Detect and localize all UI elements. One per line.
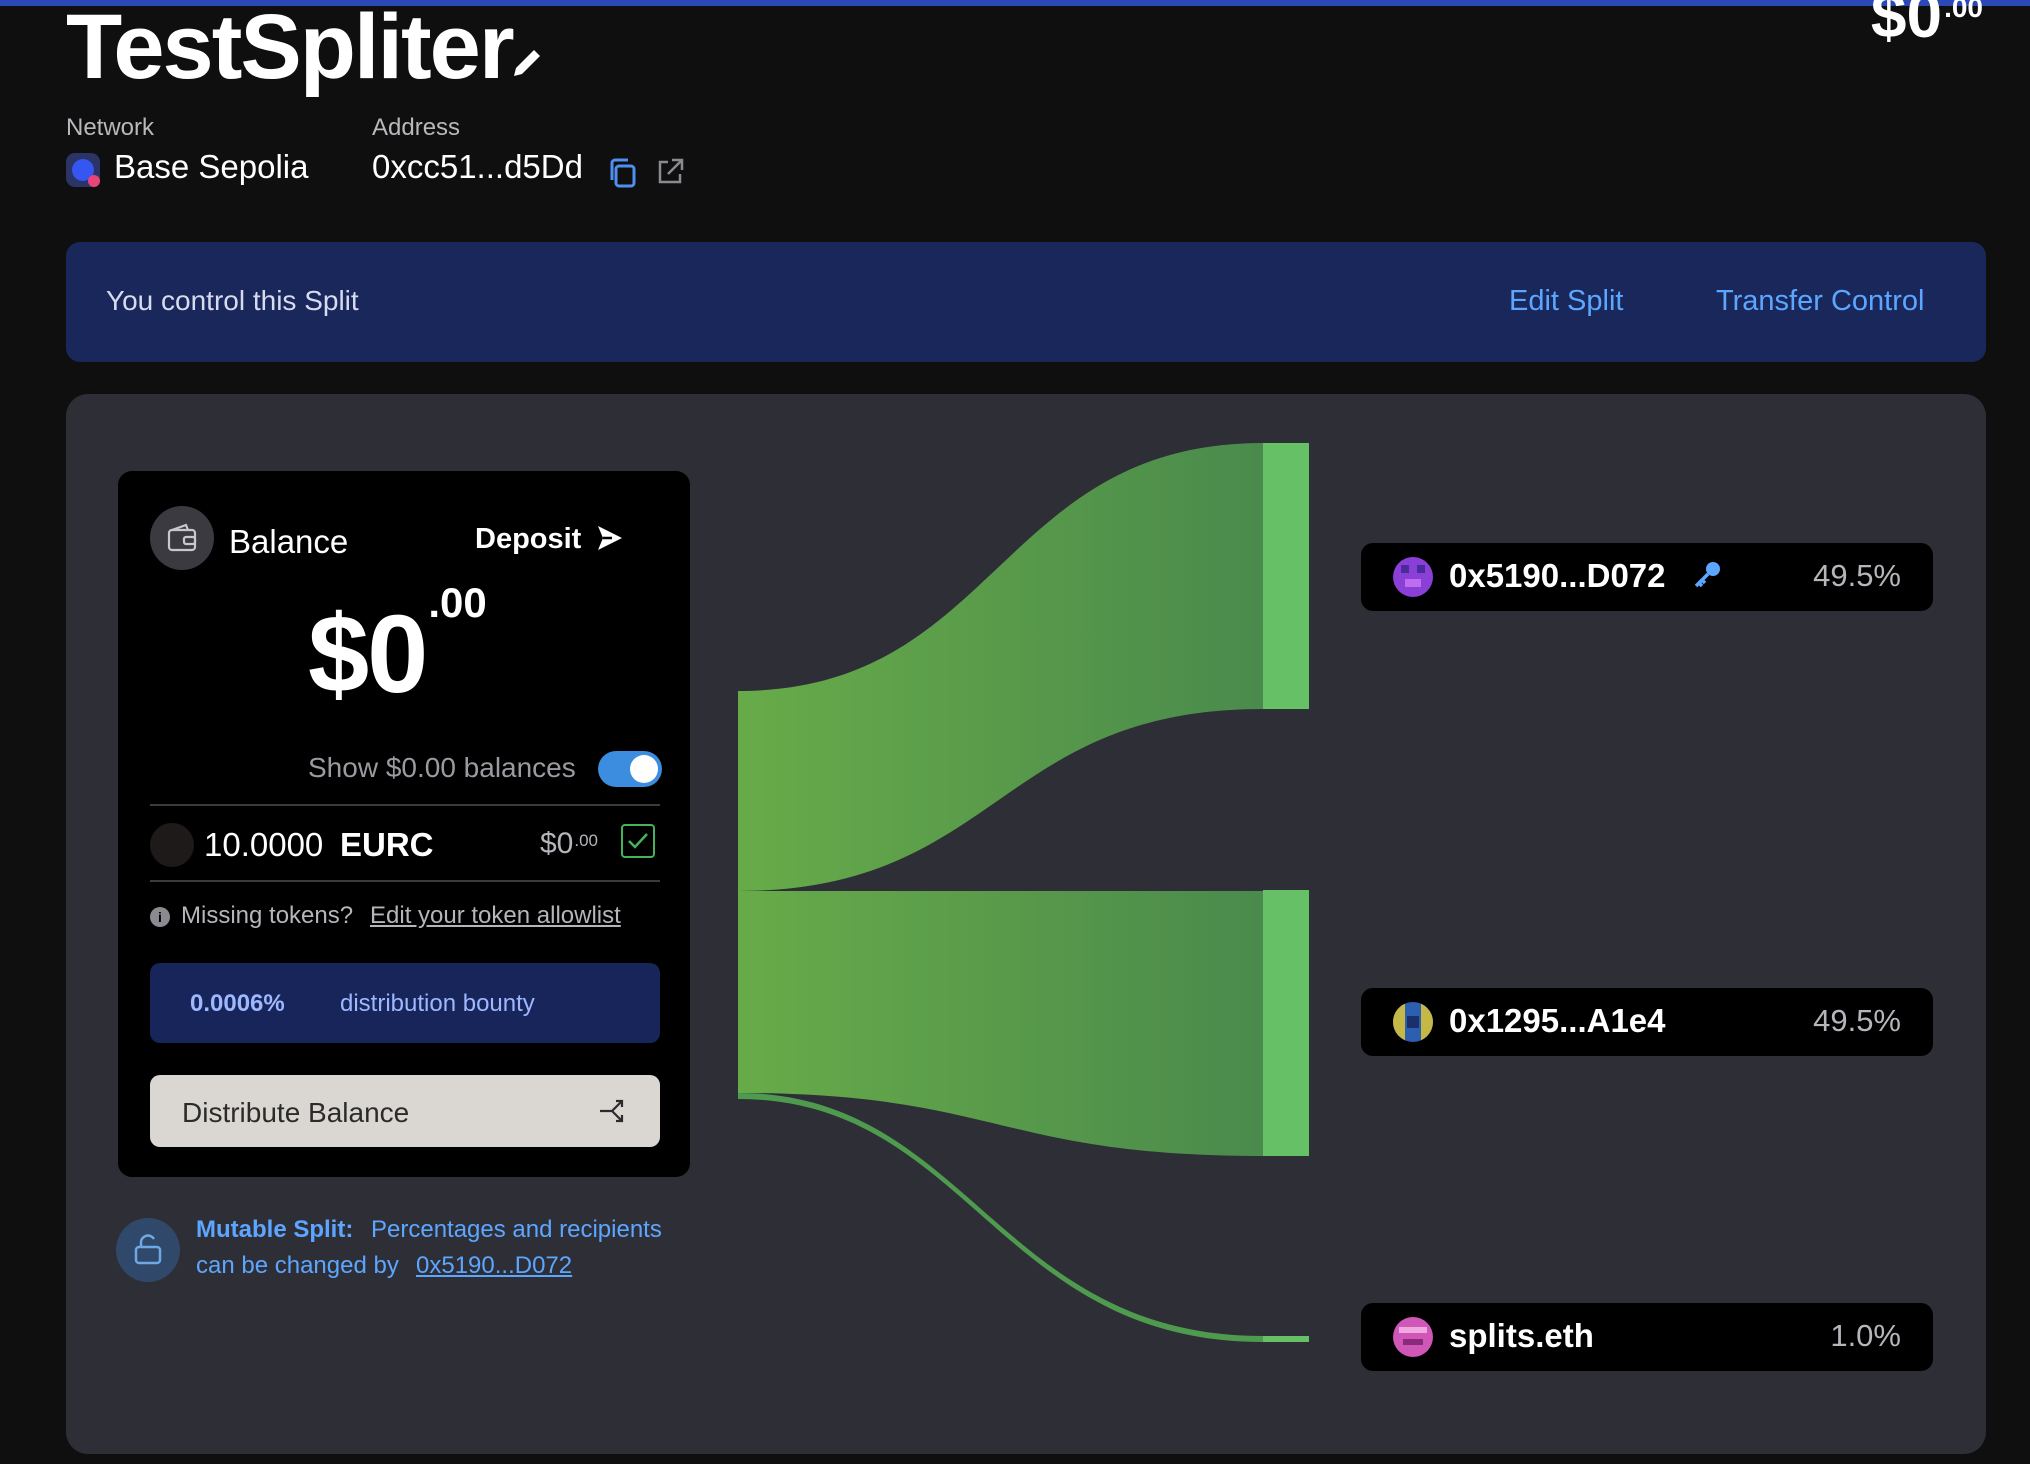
distribute-balance-button[interactable]: Distribute Balance [150, 1075, 660, 1147]
controller-address-link[interactable]: 0x5190...D072 [416, 1252, 572, 1280]
distribution-flow-diagram [738, 443, 1309, 1342]
token-symbol: EURC [340, 826, 434, 863]
top-total-amount: $0.00 [1870, 0, 1983, 51]
token-usd-value: $0.00 [540, 827, 599, 860]
base-network-icon [66, 153, 100, 187]
balance-title: Balance [229, 523, 349, 560]
mutable-split-label: Mutable Split: [196, 1216, 354, 1243]
show-zero-balances-label: Show $0.00 balances [308, 752, 576, 783]
pencil-icon[interactable] [506, 44, 546, 84]
recipient-percentage: 1.0% [1830, 1318, 1901, 1353]
recipient-address[interactable]: 0x1295...A1e4 [1449, 1002, 1666, 1040]
info-icon: i [150, 907, 170, 927]
edit-split-link[interactable]: Edit Split [1509, 285, 1623, 318]
send-arrow-icon[interactable] [594, 522, 626, 554]
external-link-icon[interactable] [654, 156, 686, 188]
address-label: Address [372, 114, 461, 141]
recipient-percentage: 49.5% [1813, 558, 1901, 593]
divider [150, 880, 660, 882]
network-label: Network [66, 114, 155, 141]
distribute-arrow-icon [600, 1099, 624, 1123]
bounty-label: distribution bounty [340, 990, 535, 1017]
unlock-icon [116, 1218, 180, 1282]
transfer-control-link[interactable]: Transfer Control [1716, 285, 1924, 318]
control-banner: You control this Split Edit Split Transf… [66, 242, 1986, 362]
flow-band-recipient-1 [738, 443, 1263, 891]
missing-tokens-text: Missing tokens? [181, 902, 354, 929]
recipient-row[interactable]: 0x5190...D072 49.5% [1361, 543, 1933, 611]
recipient-avatar [1393, 557, 1433, 597]
flow-end-bar-1 [1263, 443, 1309, 709]
show-zero-balances-toggle[interactable] [598, 751, 662, 787]
mutable-split-text-2: can be changed by [196, 1252, 399, 1279]
flow-band-recipient-2 [738, 891, 1263, 1156]
recipient-avatar [1393, 1002, 1433, 1042]
recipient-address[interactable]: 0x5190...D072 [1449, 557, 1666, 595]
flow-end-bar-2 [1263, 890, 1309, 1156]
distribution-bounty-box: 0.0006% distribution bounty [150, 963, 660, 1043]
recipient-row[interactable]: splits.eth 1.0% [1361, 1303, 1933, 1371]
page-title: TestSpliter [66, 0, 515, 98]
balance-card: Balance Deposit $0.00 Show $0.00 balance… [118, 471, 690, 1177]
divider [150, 804, 660, 806]
check-icon [628, 833, 648, 849]
token-select-checkbox[interactable] [621, 824, 655, 858]
control-status-text: You control this Split [106, 285, 359, 316]
recipient-percentage: 49.5% [1813, 1003, 1901, 1038]
network-value: Base Sepolia [114, 148, 309, 185]
balance-amount: $0.00 [308, 579, 487, 716]
eurc-token-icon [150, 823, 194, 867]
flow-end-bar-3 [1263, 1336, 1309, 1342]
token-amount: 10.0000 [204, 826, 324, 863]
recipient-row[interactable]: 0x1295...A1e4 49.5% [1361, 988, 1933, 1056]
wallet-icon [150, 506, 214, 570]
deposit-button[interactable]: Deposit [475, 523, 581, 556]
edit-allowlist-link[interactable]: Edit your token allowlist [370, 902, 621, 930]
recipient-address[interactable]: splits.eth [1449, 1317, 1594, 1355]
recipient-avatar [1393, 1317, 1433, 1357]
copy-icon[interactable] [606, 156, 640, 190]
distribute-button-label: Distribute Balance [182, 1097, 410, 1128]
address-value: 0xcc51...d5Dd [372, 148, 583, 185]
mutable-split-text: Percentages and recipients [371, 1216, 662, 1243]
key-icon [1694, 562, 1720, 588]
bounty-percentage: 0.0006% [190, 990, 285, 1017]
